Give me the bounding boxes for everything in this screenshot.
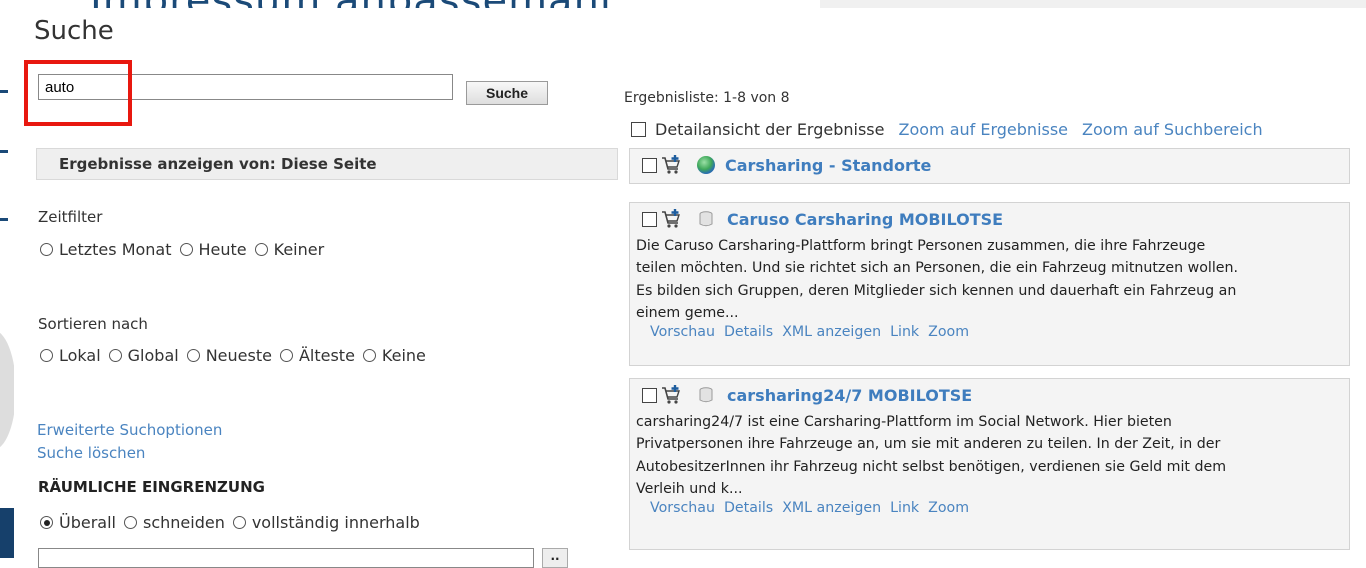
- radio-local[interactable]: Lokal: [40, 346, 101, 365]
- radio-icon[interactable]: [40, 243, 53, 256]
- advanced-search-link[interactable]: Erweiterte Suchoptionen: [37, 421, 222, 439]
- time-filter-options: Letztes Monat Heute Keiner: [40, 240, 332, 259]
- location-input[interactable]: [38, 548, 534, 568]
- radio-last-month[interactable]: Letztes Monat: [40, 240, 172, 259]
- details-link[interactable]: Details: [724, 500, 773, 516]
- globe-icon: [697, 156, 715, 174]
- preview-link[interactable]: Vorschau: [650, 324, 715, 340]
- detail-view-label[interactable]: Detailansicht der Ergebnisse: [655, 120, 884, 139]
- result-checkbox[interactable]: [642, 211, 657, 227]
- spatial-heading: RÄUMLICHE EINGRENZUNG: [38, 478, 265, 496]
- background-divider: [0, 90, 8, 93]
- radio-icon[interactable]: [254, 243, 268, 256]
- preview-link[interactable]: Vorschau: [650, 500, 715, 516]
- result-description: carsharing24/7 ist eine Carsharing-Platt…: [636, 414, 1227, 497]
- time-filter-label: Zeitfilter: [38, 208, 103, 226]
- radio-icon[interactable]: [279, 349, 293, 362]
- details-link[interactable]: Details: [724, 324, 773, 340]
- background-divider: [0, 150, 8, 153]
- sort-options: Lokal Global Neueste Älteste Keine: [40, 346, 434, 365]
- add-to-cart-icon[interactable]: [661, 154, 683, 176]
- database-icon: [699, 211, 713, 227]
- result-item: Caruso Carsharing MOBILOTSE Die Caruso C…: [629, 202, 1350, 366]
- search-dialog: Suche Suche Ergebnisse anzeigen von: Die…: [14, 8, 1366, 568]
- radio-global[interactable]: Global: [108, 346, 179, 365]
- radio-none[interactable]: Keiner: [254, 240, 324, 259]
- radio-icon[interactable]: [362, 349, 376, 362]
- background-divider: [0, 218, 8, 221]
- result-checkbox[interactable]: [642, 157, 657, 173]
- xml-link[interactable]: XML anzeigen: [782, 324, 881, 340]
- result-title[interactable]: carsharing24/7 MOBILOTSE: [727, 386, 972, 405]
- detail-row: Detailansicht der Ergebnisse Zoom auf Er…: [631, 120, 1263, 139]
- search-button[interactable]: Suche: [466, 81, 548, 105]
- link-link[interactable]: Link: [890, 500, 919, 516]
- radio-intersect[interactable]: schneiden: [123, 513, 225, 532]
- zoom-link[interactable]: Zoom: [928, 324, 969, 340]
- spatial-options: Überall schneiden vollständig innerhalb: [40, 513, 428, 532]
- result-description: Die Caruso Carsharing-Plattform bringt P…: [636, 238, 1239, 321]
- radio-icon[interactable]: [232, 516, 246, 529]
- radio-icon[interactable]: [186, 349, 200, 362]
- radio-no-sort[interactable]: Keine: [362, 346, 426, 365]
- result-count: Ergebnisliste: 1-8 von 8: [624, 90, 790, 106]
- zoom-area-link[interactable]: Zoom auf Suchbereich: [1082, 120, 1263, 139]
- link-link[interactable]: Link: [890, 324, 919, 340]
- radio-icon[interactable]: [108, 349, 122, 362]
- dialog-title: Suche: [34, 16, 114, 46]
- sort-label: Sortieren nach: [38, 315, 148, 333]
- zoom-results-link[interactable]: Zoom auf Ergebnisse: [898, 120, 1068, 139]
- clear-search-link[interactable]: Suche löschen: [37, 444, 145, 462]
- result-links: Vorschau Details XML anzeigen Link Zoom: [630, 324, 1349, 344]
- location-button[interactable]: ..: [542, 548, 568, 568]
- result-links: Vorschau Details XML anzeigen Link Zoom: [630, 500, 1349, 520]
- radio-checked-icon[interactable]: [40, 516, 53, 529]
- zoom-link[interactable]: Zoom: [928, 500, 969, 516]
- results-from-selector[interactable]: Ergebnisse anzeigen von: Diese Seite: [36, 148, 618, 180]
- add-to-cart-icon[interactable]: [661, 384, 683, 406]
- add-to-cart-icon[interactable]: [661, 208, 683, 230]
- radio-icon[interactable]: [179, 243, 193, 256]
- search-input[interactable]: [38, 74, 453, 100]
- radio-icon[interactable]: [123, 516, 137, 529]
- result-title[interactable]: Carsharing - Standorte: [725, 156, 931, 175]
- result-checkbox[interactable]: [642, 387, 657, 403]
- radio-newest[interactable]: Neueste: [186, 346, 272, 365]
- database-icon: [699, 387, 713, 403]
- detail-view-checkbox[interactable]: [631, 122, 646, 137]
- result-item: Carsharing - Standorte: [629, 148, 1350, 184]
- radio-today[interactable]: Heute: [179, 240, 247, 259]
- radio-icon[interactable]: [40, 349, 53, 362]
- xml-link[interactable]: XML anzeigen: [782, 500, 881, 516]
- radio-oldest[interactable]: Älteste: [279, 346, 355, 365]
- radio-fully-within[interactable]: vollständig innerhalb: [232, 513, 420, 532]
- radio-everywhere[interactable]: Überall: [40, 513, 116, 532]
- result-item: carsharing24/7 MOBILOTSE carsharing24/7 …: [629, 378, 1350, 550]
- result-title[interactable]: Caruso Carsharing MOBILOTSE: [727, 210, 1003, 229]
